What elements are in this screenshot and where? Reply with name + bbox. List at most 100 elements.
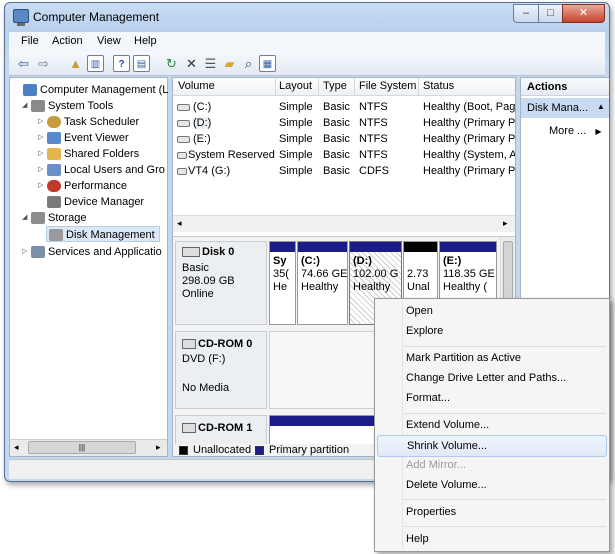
- tree-item-task-scheduler[interactable]: ▷ Task Scheduler: [38, 114, 139, 130]
- collapse-arrow-icon[interactable]: ▷: [38, 114, 47, 130]
- forward-arrow-icon[interactable]: ⇨: [35, 55, 52, 72]
- collapse-arrow-icon[interactable]: ▷: [38, 178, 47, 194]
- column-header-status[interactable]: Status: [423, 80, 454, 92]
- table-row[interactable]: (C:) Simple Basic NTFS Healthy (Boot, Pa…: [173, 99, 515, 115]
- tree-item-local-users-groups[interactable]: ▷ Local Users and Gro: [38, 162, 165, 178]
- up-folder-icon[interactable]: ▲: [67, 55, 84, 72]
- table-row[interactable]: (D:) Simple Basic NTFS Healthy (Primary …: [173, 115, 515, 131]
- expand-arrow-icon[interactable]: ◢: [22, 98, 31, 114]
- computer-management-icon: [13, 9, 29, 26]
- disk-view-icon[interactable]: ▦: [259, 55, 276, 72]
- column-header-layout[interactable]: Layout: [279, 80, 312, 92]
- partition-context-menu: Open Explore Mark Partition as Active Ch…: [374, 298, 610, 552]
- cdrom-0-label[interactable]: CD-ROM 0 DVD (F:) No Media: [175, 331, 267, 409]
- expand-arrow-icon[interactable]: ◢: [22, 210, 31, 226]
- help-icon[interactable]: ?: [113, 55, 130, 72]
- tree-item-services-applications[interactable]: ▷ Services and Applicatio: [22, 244, 162, 260]
- menu-item-help[interactable]: Help: [377, 529, 607, 551]
- menu-file[interactable]: File: [21, 35, 39, 47]
- collapse-arrow-icon[interactable]: ▷: [22, 244, 31, 260]
- device-manager-icon: [47, 196, 61, 208]
- menu-item-delete-volume[interactable]: Delete Volume...: [377, 475, 607, 497]
- menu-item-mark-partition-active[interactable]: Mark Partition as Active: [377, 348, 607, 370]
- title-bar[interactable]: Computer Management – □ ✕: [5, 3, 609, 31]
- menu-item-extend-volume[interactable]: Extend Volume...: [377, 415, 607, 437]
- cdrom-1-label[interactable]: CD-ROM 1: [175, 415, 267, 445]
- tree-item-device-manager[interactable]: Device Manager: [38, 194, 144, 210]
- tree-item-disk-management[interactable]: Disk Management: [46, 226, 160, 242]
- tree-item-performance[interactable]: ▷ Performance: [38, 178, 127, 194]
- computer-icon: [23, 84, 37, 96]
- partition-system-reserved[interactable]: Sy 35(He: [269, 241, 296, 325]
- scroll-left-arrow-icon[interactable]: ◂: [177, 218, 182, 229]
- menu-help[interactable]: Help: [134, 35, 157, 47]
- more-actions-link[interactable]: More ... ▶: [549, 125, 602, 137]
- menu-item-format[interactable]: Format...: [377, 388, 607, 410]
- collapse-arrow-icon[interactable]: ▷: [38, 130, 47, 146]
- collapse-arrow-icon[interactable]: ▷: [38, 146, 47, 162]
- hard-disk-icon: [182, 247, 200, 258]
- table-row[interactable]: (E:) Simple Basic NTFS Healthy (Primary …: [173, 131, 515, 147]
- disk-0-label[interactable]: Disk 0 Basic 298.09 GB Online: [175, 241, 267, 325]
- scroll-right-arrow-icon[interactable]: ▸: [156, 442, 161, 453]
- open-folder-icon[interactable]: ▰: [221, 55, 238, 72]
- tree-horizontal-scrollbar[interactable]: ◂ ||| ▸: [10, 439, 167, 456]
- menu-item-change-drive-letter[interactable]: Change Drive Letter and Paths...: [377, 368, 607, 390]
- close-button[interactable]: ✕: [562, 4, 605, 23]
- column-header-volume[interactable]: Volume: [178, 80, 215, 92]
- cd-drive-icon: [182, 339, 196, 350]
- collapse-up-arrow-icon[interactable]: ▲: [597, 102, 605, 111]
- scroll-right-arrow-icon[interactable]: ▸: [503, 218, 508, 229]
- tree-item-shared-folders[interactable]: ▷ Shared Folders: [38, 146, 139, 162]
- menu-item-explore[interactable]: Explore: [377, 321, 607, 343]
- delete-icon[interactable]: ✕: [183, 55, 200, 72]
- legend-unallocated: Unallocated: [193, 444, 252, 456]
- scroll-thumb[interactable]: |||: [28, 441, 136, 454]
- clock-icon: [47, 116, 61, 128]
- show-hide-console-tree-icon[interactable]: ▥: [87, 55, 104, 72]
- table-row[interactable]: System Reserved Simple Basic NTFS Health…: [173, 147, 515, 163]
- drive-icon: [177, 119, 190, 127]
- volume-list-horizontal-scrollbar[interactable]: ◂ ▸: [173, 215, 515, 232]
- drive-icon: [177, 151, 187, 159]
- legend-primary-partition: Primary partition: [269, 444, 350, 456]
- search-icon[interactable]: ⌕: [240, 55, 257, 72]
- actions-header: Actions: [521, 78, 609, 96]
- drive-icon: [177, 135, 190, 143]
- table-row[interactable]: VT4 (G:) Simple Basic CDFS Healthy (Prim…: [173, 163, 515, 179]
- refresh-icon[interactable]: ↻: [163, 55, 180, 72]
- properties-icon[interactable]: ☰: [202, 55, 219, 72]
- tools-icon: [31, 100, 45, 112]
- maximize-button[interactable]: □: [538, 4, 563, 23]
- services-icon: [31, 246, 45, 258]
- drive-icon: [177, 103, 190, 111]
- scroll-thumb[interactable]: [503, 241, 513, 301]
- tree-item-event-viewer[interactable]: ▷ Event Viewer: [38, 130, 129, 146]
- column-header-file-system[interactable]: File System: [359, 80, 416, 92]
- tree-item-system-tools[interactable]: ◢ System Tools: [22, 98, 113, 114]
- menu-item-open[interactable]: Open: [377, 301, 607, 323]
- primary-partition-swatch: [255, 446, 264, 455]
- event-viewer-icon: [47, 132, 61, 144]
- column-header-type[interactable]: Type: [323, 80, 347, 92]
- menu-item-properties[interactable]: Properties: [377, 502, 607, 524]
- actions-section-disk-management[interactable]: Disk Mana... ▲: [521, 98, 609, 118]
- cd-drive-icon: [177, 167, 187, 175]
- submenu-arrow-icon: ▶: [595, 127, 602, 136]
- menu-view[interactable]: View: [97, 35, 121, 47]
- menu-action[interactable]: Action: [52, 35, 83, 47]
- users-icon: [47, 164, 61, 176]
- tree-item-computer-management[interactable]: Computer Management (L: [14, 82, 168, 98]
- menu-item-shrink-volume[interactable]: Shrink Volume...: [377, 435, 607, 457]
- cd-drive-icon: [182, 423, 196, 434]
- tree-item-storage[interactable]: ◢ Storage: [22, 210, 87, 226]
- scroll-left-arrow-icon[interactable]: ◂: [14, 442, 19, 453]
- back-arrow-icon[interactable]: ⇦: [15, 55, 32, 72]
- minimize-button[interactable]: –: [513, 4, 539, 23]
- folder-icon: [47, 148, 61, 160]
- menu-item-add-mirror: Add Mirror...: [406, 459, 466, 471]
- partition-c[interactable]: (C:) 74.66 GE Healthy: [297, 241, 348, 325]
- toolbar: ⇦ ⇨ ▲ ▥ ? ▤ ↻ ✕ ☰ ▰ ⌕ ▦: [9, 52, 605, 76]
- collapse-arrow-icon[interactable]: ▷: [38, 162, 47, 178]
- show-hide-action-pane-icon[interactable]: ▤: [133, 55, 150, 72]
